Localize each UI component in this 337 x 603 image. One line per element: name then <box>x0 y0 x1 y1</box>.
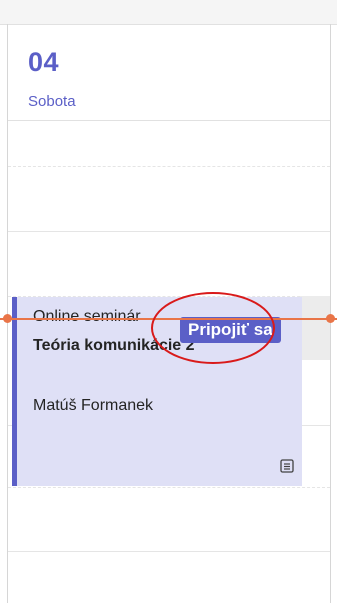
calendar-day-view: 04 Sobota Online seminár Teória komuniká… <box>0 0 337 603</box>
top-strip <box>0 0 337 25</box>
highlight-ellipse <box>151 292 275 364</box>
day-header[interactable]: 04 Sobota <box>8 25 330 121</box>
half-hour-line <box>8 487 330 488</box>
current-time-dot-left <box>3 314 12 323</box>
event-organizer: Matúš Formanek <box>33 397 154 414</box>
busy-block <box>300 296 330 360</box>
day-number: 04 <box>28 47 60 77</box>
day-name: Sobota <box>28 93 76 110</box>
hour-line <box>8 551 330 552</box>
note-icon[interactable] <box>280 459 294 473</box>
current-time-dot-right <box>326 314 335 323</box>
hour-line <box>8 231 330 232</box>
half-hour-line <box>8 166 330 167</box>
